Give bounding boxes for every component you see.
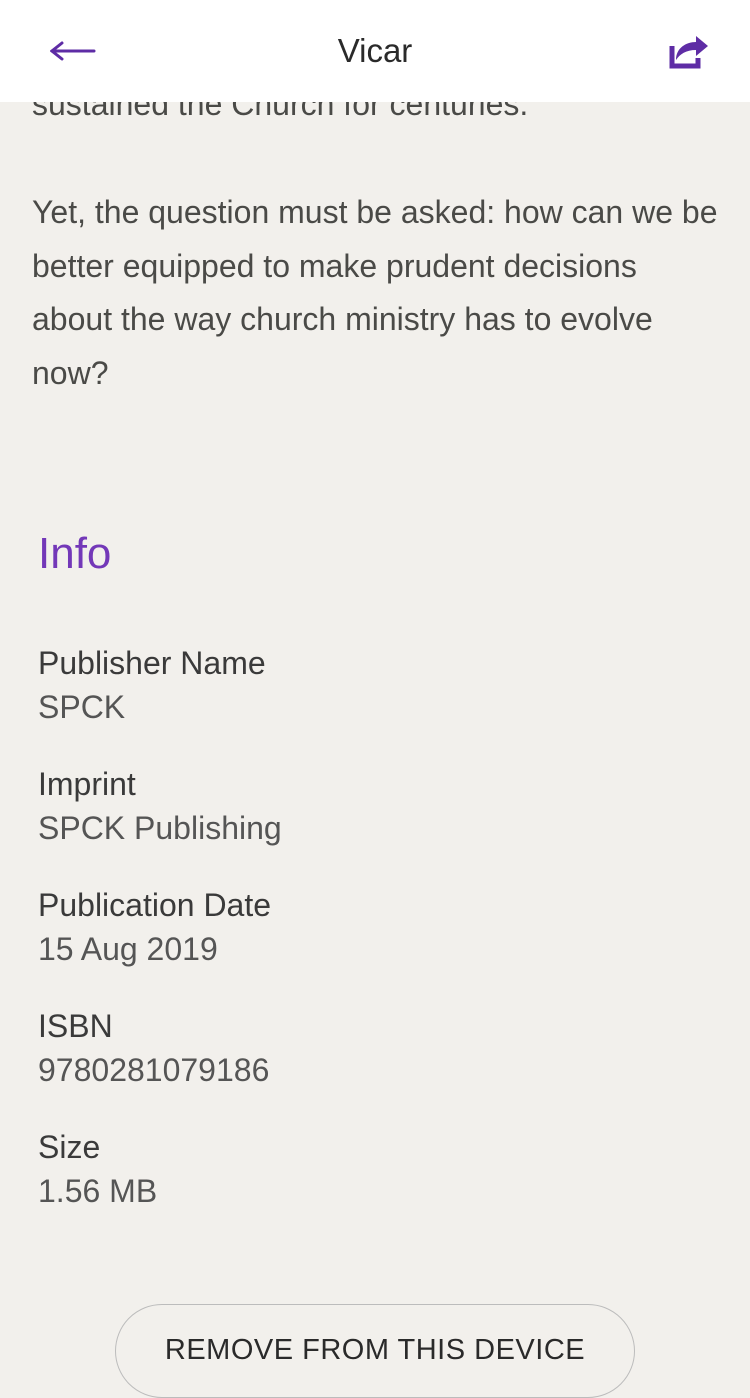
page-title: Vicar	[338, 32, 413, 70]
share-icon[interactable]	[668, 32, 710, 70]
info-item-isbn: ISBN 9780281079186	[38, 1008, 718, 1089]
info-label: Publication Date	[38, 887, 718, 924]
info-item-publisher: Publisher Name SPCK	[38, 645, 718, 726]
info-value: 15 Aug 2019	[38, 931, 718, 968]
info-item-size: Size 1.56 MB	[38, 1129, 718, 1210]
info-label: Size	[38, 1129, 718, 1166]
info-item-publication-date: Publication Date 15 Aug 2019	[38, 887, 718, 968]
description-paragraph: Yet, the question must be asked: how can…	[32, 186, 718, 401]
header-bar: Vicar	[0, 0, 750, 102]
info-list: Publisher Name SPCK Imprint SPCK Publish…	[38, 645, 718, 1210]
info-label: Publisher Name	[38, 645, 718, 682]
info-value: SPCK Publishing	[38, 810, 718, 847]
content-area: sustained the Church for centuries. Yet,…	[0, 102, 750, 1334]
info-item-imprint: Imprint SPCK Publishing	[38, 766, 718, 847]
info-value: 9780281079186	[38, 1052, 718, 1089]
remove-from-device-button[interactable]: REMOVE FROM THIS DEVICE	[115, 1304, 635, 1398]
back-arrow-icon[interactable]	[50, 40, 96, 62]
info-value: 1.56 MB	[38, 1173, 718, 1210]
info-label: Imprint	[38, 766, 718, 803]
info-label: ISBN	[38, 1008, 718, 1045]
info-heading: Info	[38, 529, 718, 579]
info-value: SPCK	[38, 689, 718, 726]
